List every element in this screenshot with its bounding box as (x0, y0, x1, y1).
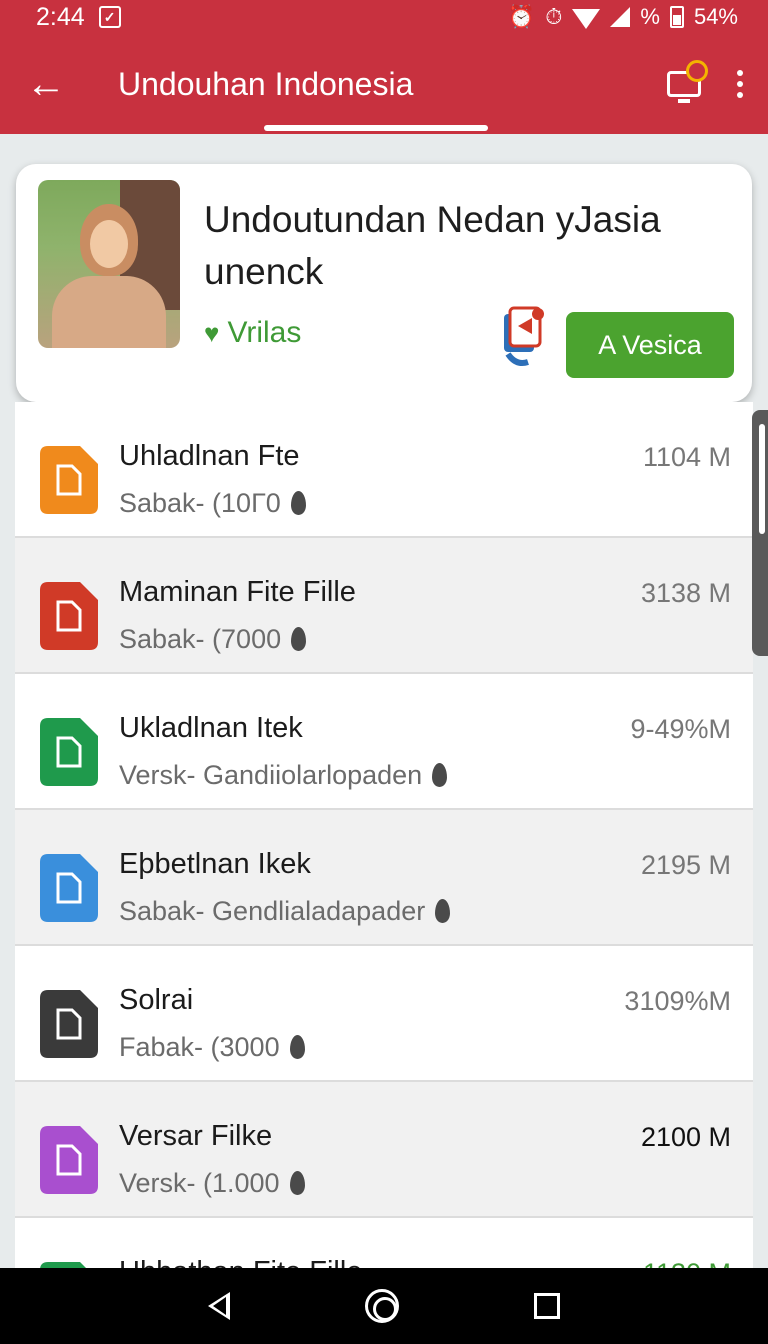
card-status: ♥ Vrilas (204, 316, 301, 350)
file-name: Uhladlnan Fte (119, 440, 300, 472)
cast-button[interactable] (656, 56, 712, 112)
file-name: Versar Filke (119, 1120, 273, 1152)
file-icon (40, 854, 98, 922)
file-row[interactable]: Uhladlnan Fte Sabak- (10Г0 1104 M (15, 402, 753, 538)
file-row[interactable]: Eþbetlnan Ikek Sabak- Gendlialadapader 219… (15, 810, 753, 946)
nav-recents-icon[interactable] (534, 1293, 561, 1319)
status-time: 2:44 (36, 2, 85, 31)
card-title: Undoutundan Nedan yJasia unenck (204, 199, 661, 292)
share-icon[interactable] (498, 304, 546, 372)
signal-icon (610, 7, 631, 27)
nav-home-icon[interactable] (364, 1289, 399, 1323)
avatar (38, 180, 180, 348)
file-name: Ukladlnan Itek (119, 712, 303, 744)
file-size: 1130 M (643, 1258, 731, 1268)
battery-level: 54% (693, 4, 738, 29)
battery-icon (669, 6, 684, 28)
file-row[interactable]: Ukladlnan Itek Versk- Gandiiolarlopaden 9-… (15, 674, 753, 810)
file-meta-text: Fabak- (3000 (119, 1032, 280, 1062)
wifi-icon (572, 9, 601, 29)
file-meta-text: Versk- Gandiiolarlopaden (119, 760, 423, 790)
app-bar: ← Undouhan Indonesia (0, 34, 768, 134)
action-button[interactable]: A Vesica (566, 312, 734, 378)
file-size: 2100 M (640, 1122, 731, 1152)
status-bar: 2:44 ✓ ⏰ ⏱ % 54% (0, 0, 768, 34)
file-name: Maminan Fite Fille (119, 576, 356, 608)
heart-icon: ♥ (204, 317, 220, 348)
file-row[interactable]: Solrai Fabak- (3000 3109%M (15, 946, 753, 1082)
file-list: Uhladlnan Fte Sabak- (10Г0 1104 M Maminan F… (15, 402, 753, 1268)
file-size: 3138 M (640, 578, 731, 608)
more-vert-icon (737, 70, 743, 76)
file-meta: Sabak- (10Г0 (119, 488, 306, 519)
file-meta-text: Versk- (1.000 (119, 1168, 280, 1198)
location-pin-icon (435, 899, 451, 923)
file-row[interactable]: Maminan Fite Fille Sabak- (7000 3138 M (15, 538, 753, 674)
file-icon (40, 990, 98, 1058)
file-meta: Sabak- Gendlialadapader (119, 896, 451, 927)
back-button[interactable]: ← (0, 34, 92, 134)
location-pin-icon (432, 763, 448, 787)
card-status-label: Vrilas (227, 316, 302, 349)
location-pin-icon (291, 627, 307, 651)
file-size: 3109%M (624, 986, 731, 1016)
file-meta-text: Sabak- (10Г0 (119, 488, 281, 518)
file-icon (40, 718, 98, 786)
header-card: Undoutundan Nedan yJasia unenck ♥ Vrilas… (16, 164, 752, 402)
nav-back-icon[interactable] (207, 1292, 230, 1320)
system-nav-bar (0, 1268, 768, 1344)
location-pin-icon (290, 491, 306, 515)
file-size: 2195 M (640, 850, 731, 880)
timer-icon: ⏱ (545, 4, 563, 29)
notification-icon: ✓ (98, 6, 121, 28)
file-meta: Versk- (1.000 (119, 1168, 305, 1199)
file-name: Eþbetlnan Ikek (119, 848, 311, 880)
file-name: Uhhathan Fite Fille (119, 1256, 362, 1268)
file-meta-text: Sabak- Gendlialadapader (119, 896, 426, 926)
more-options-button[interactable] (712, 34, 768, 134)
percent-icon: % (640, 4, 660, 29)
file-meta-text: Sabak- (7000 (119, 624, 282, 654)
file-size: 1104 M (642, 442, 731, 472)
scrollbar[interactable] (752, 410, 768, 656)
file-name: Solrai (119, 984, 194, 1016)
file-meta: Sabak- (7000 (119, 624, 307, 655)
page-title: Undouhan Indonesia (118, 65, 414, 102)
back-arrow-icon: ← (26, 61, 66, 106)
file-meta: Versk- Gandiiolarlopaden (119, 760, 448, 791)
file-icon (40, 582, 98, 650)
notification-badge (686, 60, 708, 82)
file-row[interactable]: Versar Filke Versk- (1.000 2100 M (15, 1082, 753, 1218)
file-icon (40, 446, 98, 514)
file-icon (40, 1126, 98, 1194)
alarm-icon: ⏰ (507, 4, 536, 29)
file-size: 9-49%M (630, 714, 731, 744)
location-pin-icon (289, 1171, 305, 1195)
tab-indicator (264, 125, 488, 131)
file-meta: Fabak- (3000 (119, 1032, 305, 1063)
location-pin-icon (289, 1035, 305, 1059)
file-row[interactable]: Uhhathan Fite Fille 1130 M (15, 1218, 753, 1268)
